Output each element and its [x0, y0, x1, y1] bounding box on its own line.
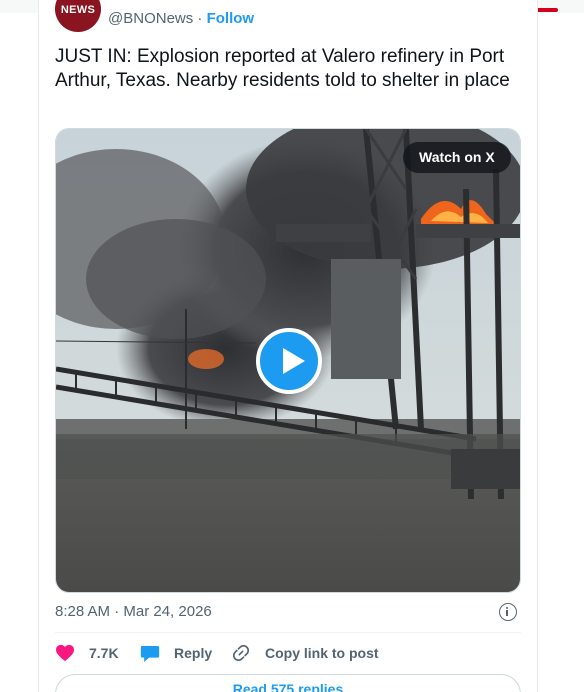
reply-button[interactable]: Reply: [140, 642, 212, 664]
account-handle[interactable]: @BNONews: [108, 10, 193, 27]
heart-icon: [56, 644, 74, 662]
tweet-header: NEWS @BNONews · Follow: [55, 0, 525, 34]
reply-bubble-icon: [140, 645, 160, 662]
action-bar: 7.7K Reply Copy link to post: [55, 642, 525, 666]
handle-row: @BNONews · Follow: [108, 10, 254, 27]
reply-label: Reply: [174, 645, 213, 661]
tweet-text: JUST IN: Explosion reported at Valero re…: [55, 46, 510, 91]
play-button-icon[interactable]: [256, 328, 322, 394]
divider: [55, 632, 521, 633]
copy-link-label: Copy link to post: [265, 645, 379, 661]
read-replies-button[interactable]: Read 575 replies: [55, 674, 521, 692]
avatar-logo-text: NEWS: [60, 4, 96, 16]
handle-separator: ·: [197, 10, 203, 27]
tweet-timestamp[interactable]: 8:28 AM · Mar 24, 2026: [55, 603, 212, 620]
info-icon[interactable]: [499, 603, 517, 621]
copy-link-button[interactable]: Copy link to post: [231, 642, 379, 664]
like-count: 7.7K: [89, 645, 119, 661]
watch-on-x-button[interactable]: Watch on X: [403, 142, 511, 173]
follow-button[interactable]: Follow: [207, 10, 255, 27]
link-icon: [232, 644, 250, 662]
avatar[interactable]: NEWS: [55, 0, 101, 32]
like-button[interactable]: 7.7K: [55, 642, 119, 664]
video-media[interactable]: Watch on X: [55, 128, 521, 593]
